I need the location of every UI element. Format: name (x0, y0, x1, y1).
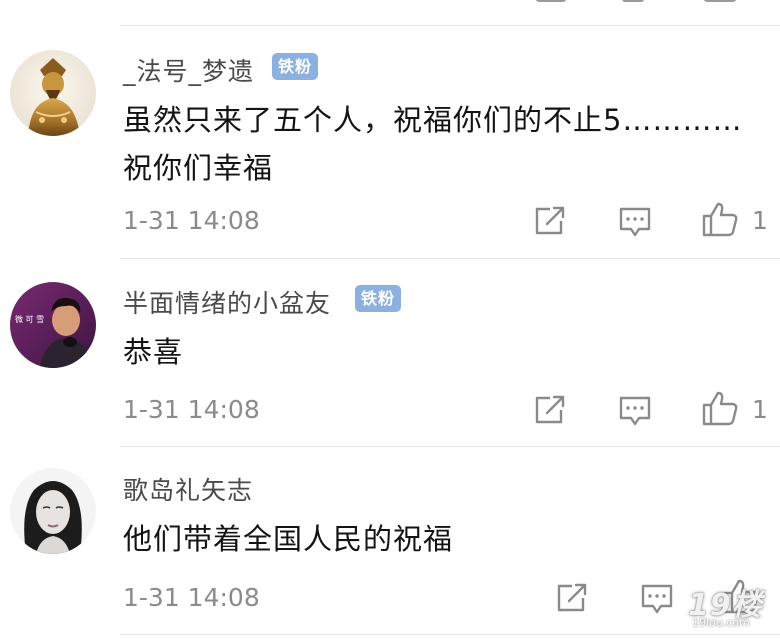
reply-icon[interactable] (640, 583, 674, 615)
username[interactable]: 歌岛礼矢志 (123, 471, 253, 507)
reply-icon[interactable] (622, 0, 644, 2)
fan-badge: 铁粉 (355, 285, 402, 312)
comment-text: 恭喜 (123, 328, 183, 376)
avatar[interactable]: 微 可 雪 (10, 282, 96, 368)
comment-timestamp: 1-31 14:08 (123, 206, 260, 235)
comment-text-line: 虽然只来了五个人，祝福你们的不止5………… (123, 103, 743, 137)
avatar[interactable] (10, 50, 96, 136)
like-icon[interactable] (701, 200, 739, 238)
svg-text:微 可 雪: 微 可 雪 (15, 314, 44, 324)
watermark-url: 19lou.com (692, 616, 750, 629)
comment-timestamp: 1-31 14:08 (123, 583, 260, 612)
reply-icon[interactable] (618, 395, 652, 427)
comment-text-line: 他们带着全国人民的祝福 (123, 522, 454, 556)
divider (120, 446, 780, 447)
comment-text: 虽然只来了五个人，祝福你们的不止5………… 祝你们幸福 (123, 96, 742, 192)
forward-icon[interactable] (536, 0, 566, 2)
username[interactable]: _法号_梦遗 (123, 52, 254, 88)
reply-icon[interactable] (618, 206, 652, 238)
watermark-logo: 19楼 19lou.com (684, 578, 770, 634)
guan-yu-statue-avatar (10, 50, 96, 136)
forward-icon[interactable] (555, 582, 589, 614)
divider (120, 25, 780, 26)
comment-list: _法号_梦遗 铁粉 虽然只来了五个人，祝福你们的不止5………… 祝你们幸福 1-… (0, 0, 780, 639)
comment-timestamp: 1-31 14:08 (123, 395, 260, 424)
comment-text: 他们带着全国人民的祝福 (123, 515, 453, 563)
forward-icon[interactable] (533, 205, 567, 237)
like-count: 1 (752, 206, 768, 235)
avatar[interactable] (10, 468, 96, 554)
man-portrait-avatar: 微 可 雪 (10, 282, 96, 368)
forward-icon[interactable] (533, 394, 567, 426)
like-icon[interactable] (704, 0, 736, 2)
previous-comment-actions (0, 0, 780, 26)
comment-text-line: 恭喜 (123, 335, 184, 369)
divider (120, 258, 780, 259)
fan-badge: 铁粉 (272, 53, 319, 80)
woman-portrait-avatar (10, 468, 96, 554)
like-count: 1 (752, 395, 768, 424)
like-icon[interactable] (701, 389, 739, 427)
divider (120, 634, 780, 635)
comment-text-line: 祝你们幸福 (123, 151, 274, 185)
username[interactable]: 半面情绪的小盆友 (123, 284, 331, 320)
